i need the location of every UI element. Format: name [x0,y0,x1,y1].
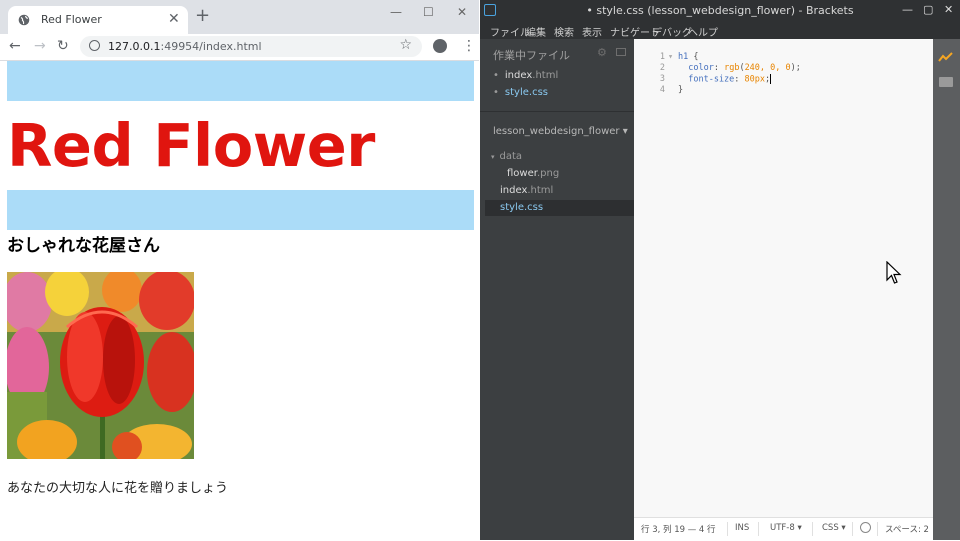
tab-close-icon[interactable]: ✕ [168,11,180,27]
brackets-window: • style.css (lesson_webdesign_flower) - … [480,0,960,541]
tree-file-index[interactable]: index.html [500,185,553,196]
brackets-close-button[interactable]: ✕ [944,3,953,16]
tree-file-flower[interactable]: flower.png [507,168,559,179]
fold-arrow-icon[interactable]: ▾ [668,52,673,62]
globe-icon [18,14,30,26]
bottom-color-bar [7,190,474,230]
encoding-dropdown[interactable]: UTF-8 ▾ [770,523,802,533]
status-divider [877,522,878,536]
page-paragraph: あなたの大切な人に花を贈りましょう [7,481,229,496]
status-divider [727,522,728,536]
live-preview-icon[interactable] [938,51,954,63]
bookmark-star-icon[interactable]: ☆ [399,37,412,53]
maximize-button[interactable]: ☐ [423,5,434,19]
working-file-style[interactable]: • style.css [493,87,548,98]
extension-manager-icon[interactable] [939,77,953,87]
brackets-sidebar: 作業中ファイル ⚙ • index.html • style.css lesson_… [480,39,634,540]
menu-debug[interactable]: デバッグ [652,24,692,39]
mouse-pointer-icon [886,261,902,284]
address-bar[interactable]: 127.0.0.1:49954/index.html ☆ [80,36,422,57]
status-divider [758,522,759,536]
menu-find[interactable]: 検索 [554,24,574,39]
browser-window: Red Flower ✕ + — ☐ ✕ ← → ↻ 127.0.0.1:499… [0,0,479,540]
language-dropdown[interactable]: CSS ▾ [822,523,846,533]
brackets-maximize-button[interactable]: ▢ [923,3,933,16]
tab-strip: Red Flower ✕ + — ☐ ✕ [0,0,479,34]
menu-icon[interactable]: ⋮ [462,37,476,55]
indent-setting[interactable]: スペース: 2 [885,523,929,535]
forward-icon[interactable]: → [34,37,46,55]
top-color-bar [7,61,474,101]
info-icon[interactable] [89,40,100,51]
tree-file-style[interactable]: style.css [500,202,543,213]
browser-tab[interactable]: Red Flower ✕ [8,6,188,34]
brackets-window-title: • style.css (lesson_webdesign_flower) - … [586,4,854,17]
tree-folder-data[interactable]: ▾ data [491,151,522,162]
page-heading: Red Flower [7,111,375,180]
code-editor[interactable]: 1 ▾ h1 { 2 color: rgb(240, 0, 0); 3 font… [634,39,933,517]
brackets-menubar: ファイル 編集 検索 表示 ナビゲート デバッグ ヘルプ [480,22,960,39]
linter-status-icon[interactable] [860,522,871,533]
split-view-icon[interactable] [616,48,626,56]
menu-edit[interactable]: 編集 [526,24,546,39]
flower-image [7,272,194,459]
right-toolbar [933,39,960,540]
back-icon[interactable]: ← [9,37,21,55]
status-divider [812,522,813,536]
brackets-titlebar: • style.css (lesson_webdesign_flower) - … [480,0,960,22]
gear-icon[interactable]: ⚙ [597,46,607,59]
sidebar-divider [480,111,634,112]
insert-mode[interactable]: INS [735,523,749,533]
page-subheading: おしゃれな花屋さん [7,236,160,256]
page-viewport: Red Flower おしゃれな花屋さん あなたの大切な人に花を贈りましょう [0,61,479,540]
close-window-button[interactable]: ✕ [457,5,467,19]
account-icon[interactable] [433,39,447,53]
tab-title: Red Flower [41,13,102,26]
reload-icon[interactable]: ↻ [57,37,69,55]
brackets-minimize-button[interactable]: — [902,3,913,16]
menu-file[interactable]: ファイル [490,24,530,39]
minimize-button[interactable]: — [390,5,402,19]
working-files-header: 作業中ファイル [493,49,570,62]
new-tab-button[interactable]: + [195,7,210,25]
cursor-position: 行 3, 列 19 — 4 行 [641,525,716,535]
menu-help[interactable]: ヘルプ [688,24,718,39]
status-divider [852,522,853,536]
text-cursor [770,74,772,84]
working-file-index[interactable]: • index.html [493,70,558,81]
menu-view[interactable]: 表示 [582,24,602,39]
status-bar: 行 3, 列 19 — 4 行 INS UTF-8 ▾ CSS ▾ スペース: … [634,517,933,541]
project-dropdown[interactable]: lesson_webdesign_flower ▾ [493,126,628,137]
browser-toolbar: ← → ↻ 127.0.0.1:49954/index.html ☆ ⋮ [0,34,479,61]
url-text[interactable]: 127.0.0.1:49954/index.html [108,40,262,53]
